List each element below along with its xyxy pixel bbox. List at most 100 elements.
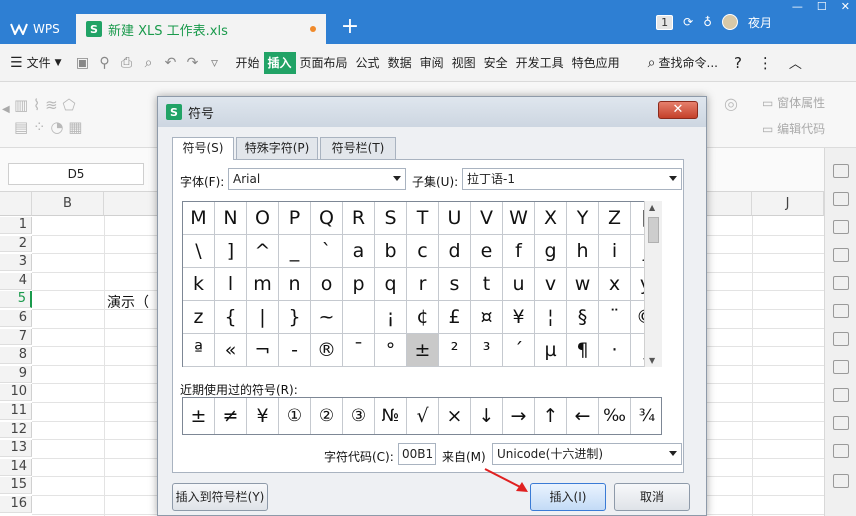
symbol-cell[interactable]: X (535, 202, 567, 235)
menu-tab-9[interactable]: 特色应用 (568, 52, 624, 74)
symbol-cell[interactable]: ~ (311, 301, 343, 334)
recent-symbol-cell[interactable]: ① (279, 398, 311, 434)
symbol-cell[interactable]: P (279, 202, 311, 235)
recent-symbol-cell[interactable]: ↑ (535, 398, 567, 434)
symbol-cell[interactable]: { (215, 301, 247, 334)
maximize-icon[interactable]: ☐ (817, 0, 827, 13)
row-header[interactable]: 13 (0, 440, 32, 457)
bar-chart-icon[interactable]: ▥ (14, 96, 28, 114)
recent-symbol-cell[interactable]: ¥ (247, 398, 279, 434)
sidebar-select-icon[interactable] (833, 248, 849, 262)
symbol-cell[interactable]: ¨ (599, 301, 631, 334)
window-count-badge[interactable]: 1 (656, 14, 674, 30)
close-window-icon[interactable]: ✕ (841, 0, 850, 13)
symbol-cell[interactable]: n (279, 268, 311, 301)
symbol-cell[interactable]: u (503, 268, 535, 301)
symbol-cell[interactable]: t (471, 268, 503, 301)
menu-tab-5[interactable]: 审阅 (416, 52, 448, 74)
symbol-cell[interactable]: d (439, 235, 471, 268)
radio-control-icon[interactable]: ◎ (724, 94, 748, 114)
symbol-cell[interactable]: a (343, 235, 375, 268)
row-header[interactable]: 14 (0, 458, 32, 476)
file-menu[interactable]: ☰ 文件 ▼ (10, 54, 62, 71)
symbol-cell[interactable]: p (343, 268, 375, 301)
more-icon[interactable]: ⋮ (758, 54, 773, 72)
row-header[interactable]: 2 (0, 235, 32, 253)
help-icon[interactable]: ? (734, 54, 742, 72)
scroll-down-icon[interactable]: ▼ (649, 356, 655, 365)
symbol-cell[interactable]: q (375, 268, 407, 301)
column-header[interactable]: J (752, 192, 824, 216)
symbol-cell[interactable]: Q (311, 202, 343, 235)
symbol-cell[interactable]: ¦ (535, 301, 567, 334)
symbol-cell[interactable]: ¯ (343, 334, 375, 367)
symbol-cell[interactable]: O (247, 202, 279, 235)
avatar[interactable] (721, 14, 738, 30)
shape-icon[interactable]: ⬠ (62, 96, 75, 114)
grid-chart-icon[interactable]: ▦ (68, 118, 82, 136)
sidebar-style-icon[interactable] (833, 220, 849, 234)
symbol-cell[interactable]: V (471, 202, 503, 235)
row-header[interactable]: 8 (0, 347, 32, 364)
symbol-cell[interactable]: i (599, 235, 631, 268)
symbol-cell[interactable]: ³ (471, 334, 503, 367)
symbol-cell[interactable]: w (567, 268, 599, 301)
symbol-cell[interactable]: R (343, 202, 375, 235)
subset-select[interactable]: 拉丁语-1 (462, 168, 682, 190)
skin-icon[interactable]: ⟳ (683, 15, 693, 29)
recent-symbol-cell[interactable]: ← (567, 398, 599, 434)
row-header[interactable]: 10 (0, 384, 32, 402)
recent-symbol-cell[interactable]: ± (183, 398, 215, 434)
symbol-cell[interactable]: ² (439, 334, 471, 367)
symbol-cell[interactable]: T (407, 202, 439, 235)
symbol-cell[interactable]: « (215, 334, 247, 367)
symbol-cell[interactable]: ¥ (503, 301, 535, 334)
symbol-cell[interactable]: U (439, 202, 471, 235)
symbol-cell[interactable]: s (439, 268, 471, 301)
print-icon[interactable]: ⎙ (118, 54, 136, 72)
tab-special-chars[interactable]: 特殊字符(P) (236, 137, 318, 159)
symbol-cell[interactable]: ¡ (375, 301, 407, 334)
symbol-cell[interactable]: m (247, 268, 279, 301)
scatter-icon[interactable]: ⁘ (33, 118, 46, 136)
recent-symbol-cell[interactable]: → (503, 398, 535, 434)
symbol-cell[interactable]: f (503, 235, 535, 268)
wps-home-tab[interactable]: WPS (0, 14, 72, 44)
symbol-cell[interactable]: µ (535, 334, 567, 367)
symbol-cell[interactable]: k (183, 268, 215, 301)
symbol-cell[interactable]: ^ (247, 235, 279, 268)
symbol-cell[interactable]: } (279, 301, 311, 334)
symbol-cell[interactable]: N (215, 202, 247, 235)
sidebar-image-icon[interactable] (833, 474, 849, 488)
area-chart-icon[interactable]: ≋ (45, 96, 58, 114)
command-search[interactable]: ⌕ 查找命令... (648, 54, 718, 71)
symbol-cell[interactable]: ] (215, 235, 247, 268)
symbol-cell[interactable]: W (503, 202, 535, 235)
minimize-icon[interactable]: — (792, 0, 803, 13)
select-all-corner[interactable] (0, 192, 32, 216)
tab-symbols[interactable]: 符号(S) (172, 137, 234, 160)
document-tab[interactable]: S 新建 XLS 工作表.xls (76, 14, 326, 44)
symbol-cell[interactable]: r (407, 268, 439, 301)
char-code-input[interactable]: 00B1 (398, 443, 436, 465)
symbol-cell[interactable]: e (471, 235, 503, 268)
row-header[interactable]: 16 (0, 496, 32, 513)
sidebar-format-icon[interactable] (833, 192, 849, 206)
symbol-cell[interactable]: £ (439, 301, 471, 334)
recent-symbol-cell[interactable]: ≠ (215, 398, 247, 434)
recent-symbol-cell[interactable]: ‰ (599, 398, 631, 434)
sidebar-backup-icon[interactable] (833, 360, 849, 374)
row-header[interactable]: 15 (0, 477, 32, 495)
ribbon-scroll-left-icon[interactable]: ◀ (2, 104, 10, 124)
symbol-cell[interactable]: S (375, 202, 407, 235)
sidebar-table-icon[interactable] (833, 444, 849, 458)
row-header[interactable]: 1 (0, 217, 32, 234)
sidebar-tool-icon[interactable] (833, 388, 849, 402)
symbol-cell[interactable]: c (407, 235, 439, 268)
cancel-button[interactable]: 取消 (614, 483, 690, 511)
form-properties[interactable]: ▭ 窗体属性 (762, 94, 825, 111)
symbol-cell[interactable]: ¢ (407, 301, 439, 334)
column-chart-icon[interactable]: ▤ (14, 118, 28, 136)
name-box[interactable]: D5 (8, 163, 144, 185)
scrollbar-thumb[interactable] (648, 217, 659, 243)
